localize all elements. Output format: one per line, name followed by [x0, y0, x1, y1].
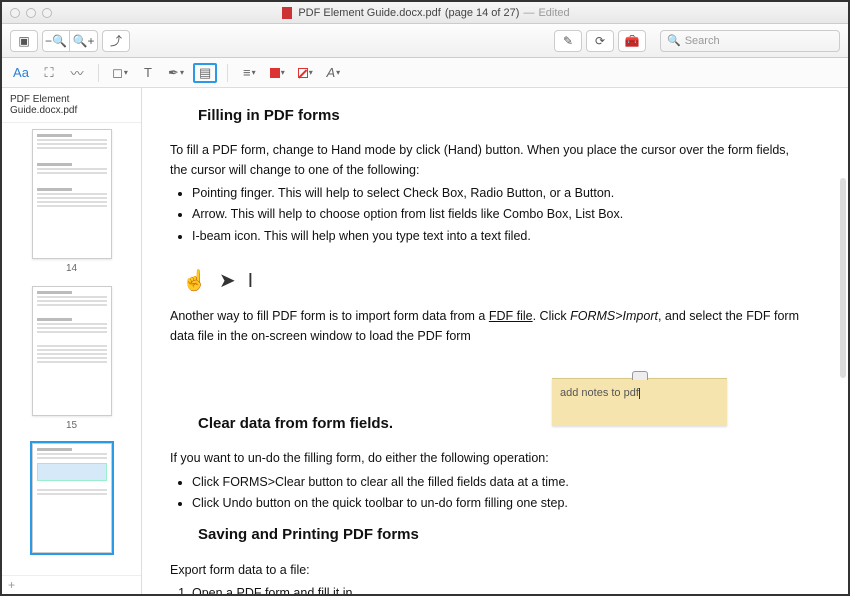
list-item: Click Undo button on the quick toolbar t… — [192, 494, 808, 513]
cursor-examples: ☝ ➤ I — [170, 256, 808, 307]
note-icon: ▤ — [199, 65, 211, 81]
paragraph: To fill a PDF form, change to Hand mode … — [170, 141, 808, 180]
select-area-button[interactable]: ⛶ — [38, 63, 60, 83]
search-placeholder: Search — [685, 35, 720, 47]
title-page-info: (page 14 of 27) — [445, 7, 520, 19]
rotate-icon: ⟳ — [595, 34, 605, 48]
chevron-down-icon: ▾ — [336, 68, 340, 77]
zoom-out-button[interactable]: −🔍 — [42, 30, 70, 52]
thumbnail-pagenum: 15 — [66, 420, 77, 431]
selection-icon: ⛶ — [44, 65, 53, 81]
pointer-hand-icon: ☝ — [182, 266, 207, 297]
font-style-button[interactable]: A▾ — [322, 63, 344, 83]
list-item: I-beam icon. This will help when you typ… — [192, 227, 808, 246]
list-item: Open a PDF form and fill it in. — [192, 584, 808, 594]
list-item: Click FORMS>Clear button to clear all th… — [192, 473, 808, 492]
paragraph: Export form data to a file: — [170, 561, 808, 580]
window-title: PDF Element Guide.docx.pdf (page 14 of 2… — [52, 7, 800, 19]
zoom-window-button[interactable] — [42, 8, 52, 18]
toolbox-icon: 🧰 — [625, 34, 640, 48]
sidebar-title: PDF Element Guide.docx.pdf — [2, 88, 141, 123]
text-cursor — [639, 388, 640, 399]
heading-saving: Saving and Printing PDF forms — [198, 523, 808, 546]
separator — [98, 64, 99, 82]
thumbnail-pagenum: 14 — [66, 263, 77, 274]
pdf-file-icon — [282, 7, 292, 19]
list-item: Pointing finger. This will help to selec… — [192, 184, 808, 203]
fill-color-button[interactable]: ▾ — [266, 63, 288, 83]
sticky-note-text: add notes to pdf — [560, 387, 639, 399]
heading-filling: Filling in PDF forms — [198, 104, 808, 127]
ibeam-cursor-icon: I — [248, 266, 254, 297]
paragraph: Another way to fill PDF form is to impor… — [170, 307, 808, 346]
page-thumbnail-16[interactable] — [32, 443, 112, 553]
sidebar-toggle-button[interactable]: ▣ — [10, 30, 38, 52]
line-style-button[interactable]: ≡▾ — [238, 63, 260, 83]
shape-icon: ◻ — [112, 65, 123, 81]
title-status-dash: — — [523, 7, 534, 19]
note-tool-button[interactable]: ▤ — [193, 63, 217, 83]
signature-icon: ✒ — [168, 65, 179, 81]
rotate-button[interactable]: ⟳ — [586, 30, 614, 52]
line-icon: ≡ — [243, 65, 251, 80]
draw-icon: 〰 — [70, 63, 83, 82]
window-titlebar: PDF Element Guide.docx.pdf (page 14 of 2… — [2, 2, 848, 24]
chevron-down-icon: ▾ — [252, 68, 256, 77]
paragraph: If you want to un-do the filling form, d… — [170, 449, 808, 468]
text-icon: T — [144, 65, 152, 80]
text-tool-button[interactable]: T — [137, 63, 159, 83]
stroke-color-icon — [298, 68, 308, 78]
markup-button[interactable]: ✎ — [554, 30, 582, 52]
search-field[interactable]: 🔍 Search — [660, 30, 840, 52]
sidebar-icon: ▣ — [18, 34, 29, 48]
share-icon: ⤴ — [110, 32, 122, 49]
zoom-in-icon: 🔍+ — [73, 34, 95, 48]
title-status: Edited — [538, 7, 569, 19]
draw-button[interactable]: 〰 — [66, 63, 88, 83]
sidebar-add-button[interactable]: + — [2, 575, 141, 594]
sticky-note[interactable]: add notes to pdf — [552, 378, 727, 426]
main-toolbar: ▣ −🔍 🔍+ ⤴ ✎ ⟳ 🧰 🔍 Search — [2, 24, 848, 58]
list-item: Arrow. This will help to choose option f… — [192, 205, 808, 224]
page-thumbnail-14[interactable] — [32, 129, 112, 259]
thumbnail-list: 14 15 — [2, 123, 141, 575]
stroke-color-button[interactable]: ▾ — [294, 63, 316, 83]
title-filename: PDF Element Guide.docx.pdf — [298, 7, 440, 19]
annotation-toolbar: Aa ⛶ 〰 ◻▾ T ✒▾ ▤ ≡▾ ▾ ▾ A▾ — [2, 58, 848, 88]
chevron-down-icon: ▾ — [180, 68, 184, 77]
signature-button[interactable]: ✒▾ — [165, 63, 187, 83]
arrow-cursor-icon: ➤ — [219, 266, 236, 297]
scrollbar-thumb[interactable] — [840, 178, 846, 378]
text-style-icon: Aa — [13, 65, 29, 80]
separator — [227, 64, 228, 82]
page-thumbnail-15[interactable] — [32, 286, 112, 416]
chevron-down-icon: ▾ — [124, 68, 128, 77]
pencil-icon: ✎ — [563, 34, 573, 48]
font-icon: A — [326, 65, 335, 80]
share-button[interactable]: ⤴ — [102, 30, 130, 52]
chevron-down-icon: ▾ — [281, 68, 285, 77]
zoom-in-button[interactable]: 🔍+ — [70, 30, 98, 52]
zoom-out-icon: −🔍 — [45, 34, 67, 48]
window-controls — [10, 8, 52, 18]
search-icon: 🔍 — [667, 34, 681, 47]
chevron-down-icon: ▾ — [309, 68, 313, 77]
shape-button[interactable]: ◻▾ — [109, 63, 131, 83]
minimize-window-button[interactable] — [26, 8, 36, 18]
edit-button[interactable]: 🧰 — [618, 30, 646, 52]
thumbnail-sidebar: PDF Element Guide.docx.pdf 14 15 — [2, 88, 142, 594]
document-view[interactable]: Filling in PDF forms To fill a PDF form,… — [142, 88, 848, 594]
close-window-button[interactable] — [10, 8, 20, 18]
text-style-button[interactable]: Aa — [10, 63, 32, 83]
fill-color-icon — [270, 68, 280, 78]
